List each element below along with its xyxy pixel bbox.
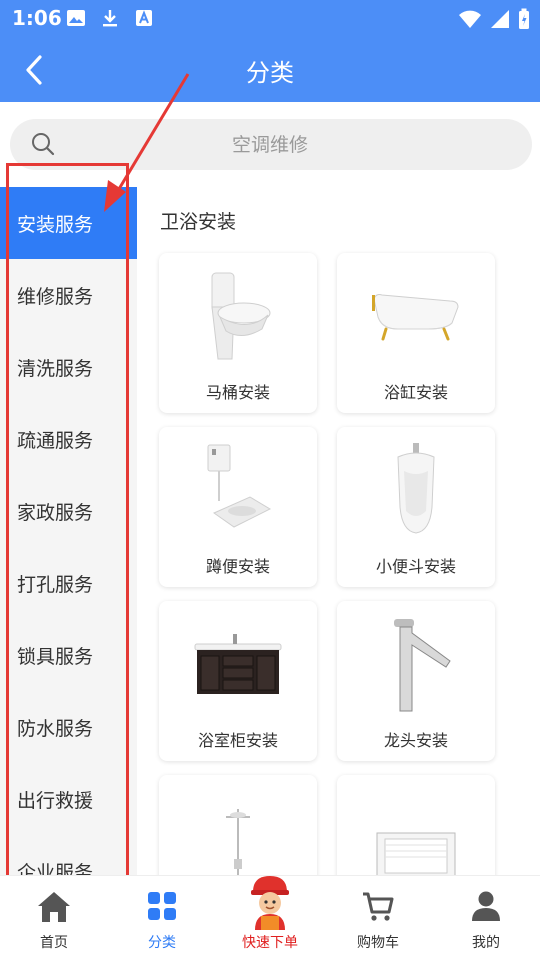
service-label: 浴室柜安装 bbox=[197, 731, 278, 750]
service-grid: 马桶安装 浴缸安装 蹲便安装 小便斗安装 浴室柜安装 龙头安装 bbox=[159, 253, 495, 875]
worker-mascot-icon bbox=[251, 876, 289, 930]
squat-toilet-icon bbox=[207, 444, 272, 528]
sidebar-item-label: 维修服务 bbox=[17, 285, 94, 308]
section-title: 卫浴安装 bbox=[160, 211, 237, 233]
gallery-icon bbox=[67, 10, 85, 26]
wifi-icon bbox=[459, 10, 481, 28]
sidebar-item-housekeeping[interactable]: 家政服务 bbox=[0, 475, 137, 547]
category-icon bbox=[148, 892, 176, 920]
home-icon bbox=[38, 892, 70, 922]
sidebar-item-label: 安装服务 bbox=[17, 213, 94, 236]
sidebar-item-label: 打孔服务 bbox=[17, 573, 94, 596]
service-card-bathtub[interactable]: 浴缸安装 bbox=[337, 253, 495, 413]
category-content: 卫浴安装 马桶安装 浴缸安装 蹲便安装 小便斗安装 浴室柜安装 龙头安装 bbox=[142, 187, 540, 875]
search-box[interactable] bbox=[10, 119, 532, 170]
page-title: 分类 bbox=[246, 59, 294, 87]
sidebar-item-road-rescue[interactable]: 出行救援 bbox=[0, 763, 137, 835]
sidebar-item-label: 疏通服务 bbox=[17, 429, 94, 452]
service-label: 小便斗安装 bbox=[375, 557, 456, 576]
search-icon bbox=[32, 133, 55, 156]
bathroom-cabinet-icon bbox=[194, 634, 282, 694]
status-bar: 1:06 bbox=[0, 0, 540, 36]
faucet-icon bbox=[394, 619, 451, 712]
service-card-toilet[interactable]: 马桶安装 bbox=[159, 253, 317, 413]
ventilation-icon bbox=[376, 832, 456, 875]
status-time: 1:06 bbox=[12, 6, 62, 30]
service-card-urinal[interactable]: 小便斗安装 bbox=[337, 427, 495, 587]
tab-label: 我的 bbox=[472, 935, 500, 951]
tab-quick-order[interactable]: 快速下单 bbox=[216, 876, 324, 960]
service-card-squat-toilet[interactable]: 蹲便安装 bbox=[159, 427, 317, 587]
cart-icon bbox=[363, 892, 394, 921]
tab-label: 购物车 bbox=[357, 935, 399, 951]
service-card-ventilation[interactable] bbox=[337, 775, 495, 875]
sidebar-item-repair[interactable]: 维修服务 bbox=[0, 259, 137, 331]
tab-label: 快速下单 bbox=[242, 935, 298, 951]
sidebar-item-waterproof[interactable]: 防水服务 bbox=[0, 691, 137, 763]
bottom-tab-bar: 首页 分类 快速下单 购物车 我的 bbox=[0, 875, 540, 960]
sidebar-item-label: 防水服务 bbox=[17, 717, 94, 740]
service-label: 马桶安装 bbox=[205, 383, 270, 402]
sidebar-item-drilling[interactable]: 打孔服务 bbox=[0, 547, 137, 619]
service-card-faucet[interactable]: 龙头安装 bbox=[337, 601, 495, 761]
sidebar-item-locks[interactable]: 锁具服务 bbox=[0, 619, 137, 691]
shower-icon bbox=[226, 809, 250, 875]
page-header: 分类 bbox=[0, 36, 540, 102]
tab-cart[interactable]: 购物车 bbox=[324, 876, 432, 960]
category-sidebar: 安装服务 维修服务 清洗服务 疏通服务 家政服务 打孔服务 锁具服务 防水服务 … bbox=[0, 187, 137, 875]
sidebar-item-install[interactable]: 安装服务 bbox=[0, 187, 137, 259]
service-label: 蹲便安装 bbox=[205, 557, 270, 576]
toilet-icon bbox=[211, 272, 271, 360]
sidebar-item-label: 清洗服务 bbox=[17, 357, 94, 380]
sidebar-item-cleaning[interactable]: 清洗服务 bbox=[0, 331, 137, 403]
tab-category[interactable]: 分类 bbox=[108, 876, 216, 960]
urinal-icon bbox=[397, 443, 435, 534]
tab-home[interactable]: 首页 bbox=[0, 876, 108, 960]
sidebar-item-label: 锁具服务 bbox=[17, 645, 94, 668]
sidebar-item-enterprise[interactable]: 企业服务 bbox=[0, 835, 137, 876]
tab-mine[interactable]: 我的 bbox=[432, 876, 540, 960]
download-icon bbox=[103, 10, 117, 27]
tab-label: 首页 bbox=[40, 935, 68, 951]
search-bar-area bbox=[0, 102, 540, 186]
search-input[interactable] bbox=[70, 119, 470, 170]
service-label: 龙头安装 bbox=[383, 731, 448, 750]
sidebar-item-label: 家政服务 bbox=[17, 501, 94, 524]
service-label: 浴缸安装 bbox=[383, 383, 448, 402]
user-icon bbox=[472, 891, 500, 921]
sidebar-item-unclogging[interactable]: 疏通服务 bbox=[0, 403, 137, 475]
sidebar-item-label: 出行救援 bbox=[17, 789, 94, 812]
bathtub-icon bbox=[372, 294, 459, 341]
service-card-bathroom-cabinet[interactable]: 浴室柜安装 bbox=[159, 601, 317, 761]
signal-icon bbox=[491, 10, 509, 28]
service-card-shower[interactable] bbox=[159, 775, 317, 875]
sidebar-item-label: 企业服务 bbox=[17, 861, 94, 876]
text-app-icon bbox=[136, 10, 152, 26]
tab-label: 分类 bbox=[148, 935, 176, 951]
battery-icon bbox=[519, 8, 529, 29]
